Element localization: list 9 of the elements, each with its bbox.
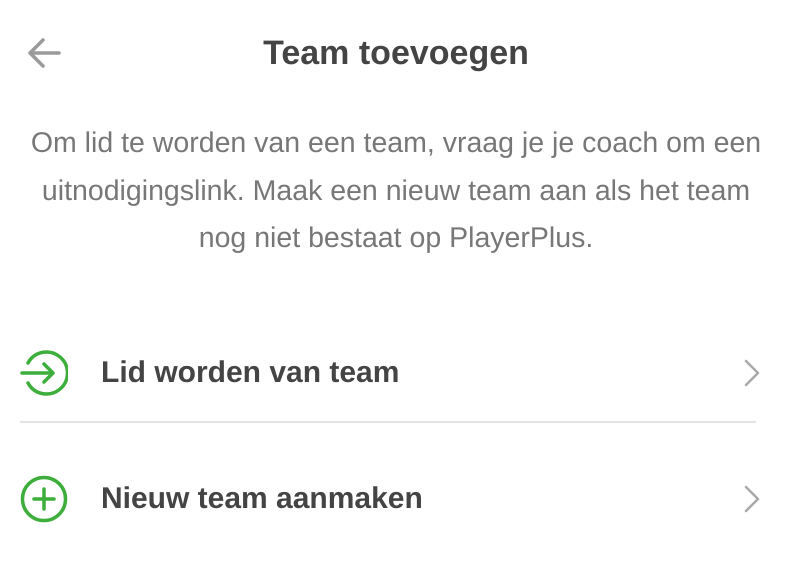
action-row[interactable]: Nieuw team aanmaken — [0, 448, 792, 548]
enter-icon — [20, 348, 68, 396]
action-row[interactable]: Lid worden van team — [0, 322, 792, 422]
chevron-right-icon — [744, 484, 760, 512]
plus-icon — [20, 474, 68, 522]
chevron-right-icon — [744, 358, 760, 386]
intro-text: Om lid te worden van een team, vraag je je coach om een uitnodigingslink. Maak een nieuw team aan als het team nog niet bestaat op PlayerPlus. — [30, 126, 762, 256]
back-button[interactable] — [26, 36, 62, 70]
page-title: Team toevoegen — [263, 34, 529, 72]
